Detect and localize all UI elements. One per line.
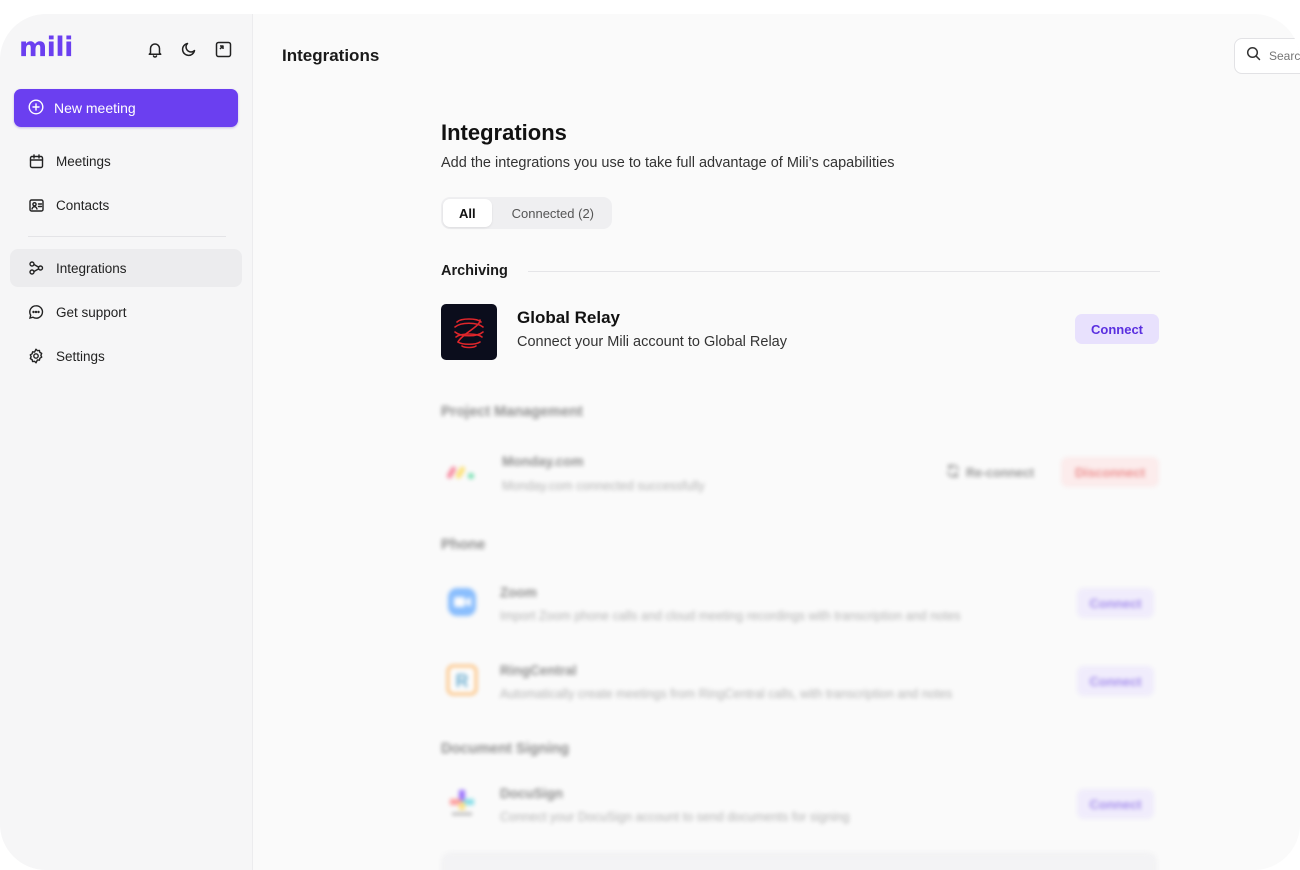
ringcentral-logo: R xyxy=(445,663,479,697)
section-title-project-management: Project Management xyxy=(441,404,583,420)
new-meeting-button[interactable]: New meeting xyxy=(14,89,238,127)
page-subtitle: Add the integrations you use to take ful… xyxy=(441,155,895,171)
sidebar-toggle-icon[interactable] xyxy=(214,40,232,58)
refresh-icon xyxy=(946,464,960,481)
reconnect-button[interactable]: Re-connect xyxy=(946,464,1034,481)
tab-connected[interactable]: Connected (2) xyxy=(496,199,610,227)
sidebar-item-get-support[interactable]: Get support xyxy=(10,293,242,331)
integration-name: Monday.com xyxy=(502,454,584,469)
calendar-icon xyxy=(28,153,44,169)
connect-button-global-relay[interactable]: Connect xyxy=(1075,314,1159,344)
gear-icon xyxy=(28,348,44,364)
zoom-logo xyxy=(445,585,479,619)
integration-description: Connect your DocuSign account to send do… xyxy=(500,810,850,824)
connect-button-ringcentral[interactable]: Connect xyxy=(1077,666,1154,696)
sidebar: mili New meeting Meetings Contacts Integ… xyxy=(0,14,253,870)
page-header-title: Integrations xyxy=(282,46,380,65)
moon-icon[interactable] xyxy=(180,40,198,58)
new-meeting-label: New meeting xyxy=(54,100,136,116)
sidebar-item-settings[interactable]: Settings xyxy=(10,337,242,375)
integration-name: DocuSign xyxy=(500,786,563,801)
search-icon xyxy=(1246,46,1261,66)
partial-card xyxy=(441,852,1157,870)
sidebar-item-label: Integrations xyxy=(56,260,127,276)
integration-description: Connect your Mili account to Global Rela… xyxy=(517,334,787,350)
filter-tabs: All Connected (2) xyxy=(441,197,613,229)
tab-all[interactable]: All xyxy=(443,199,492,227)
page-title: Integrations xyxy=(441,120,567,145)
top-icon-group xyxy=(146,40,232,58)
mili-logo[interactable]: mili xyxy=(19,32,73,63)
sidebar-item-contacts[interactable]: Contacts xyxy=(10,186,242,224)
section-title-archiving: Archiving xyxy=(441,263,508,279)
sidebar-item-integrations[interactable]: Integrations xyxy=(10,249,242,287)
integration-name: RingCentral xyxy=(500,663,577,678)
section-divider xyxy=(528,271,1160,272)
chat-support-icon xyxy=(28,304,44,320)
integrations-icon xyxy=(28,260,44,276)
nav-divider xyxy=(28,236,226,237)
sidebar-item-meetings[interactable]: Meetings xyxy=(10,142,242,180)
integration-name: Global Relay xyxy=(517,308,620,327)
svg-text:R: R xyxy=(456,671,469,691)
plus-circle-icon xyxy=(28,98,44,118)
connect-button-zoom[interactable]: Connect xyxy=(1077,588,1154,618)
section-title-phone: Phone xyxy=(441,537,486,553)
sidebar-item-label: Contacts xyxy=(56,197,110,213)
section-title-document-signing: Document Signing xyxy=(441,741,570,757)
bell-icon[interactable] xyxy=(146,40,164,58)
integration-description: Import Zoom phone calls and cloud meetin… xyxy=(500,609,961,623)
sidebar-item-label: Get support xyxy=(56,304,127,320)
integration-name: Zoom xyxy=(500,585,537,600)
connect-button-docusign[interactable]: Connect xyxy=(1077,789,1154,819)
integration-description: Monday.com connected successfully xyxy=(502,479,705,493)
global-relay-logo xyxy=(441,304,497,360)
integration-description: Automatically create meetings from RingC… xyxy=(500,687,953,701)
sidebar-item-label: Settings xyxy=(56,348,105,364)
monday-logo xyxy=(445,455,479,489)
search-box[interactable] xyxy=(1234,38,1300,74)
sidebar-item-label: Meetings xyxy=(56,153,111,169)
docusign-logo xyxy=(445,786,479,820)
search-input[interactable] xyxy=(1269,49,1300,63)
contact-card-icon xyxy=(28,197,44,213)
reconnect-label: Re-connect xyxy=(966,465,1035,480)
app-window: mili New meeting Meetings Contacts Integ… xyxy=(0,14,1300,870)
disconnect-button[interactable]: Disconnect xyxy=(1061,457,1159,487)
